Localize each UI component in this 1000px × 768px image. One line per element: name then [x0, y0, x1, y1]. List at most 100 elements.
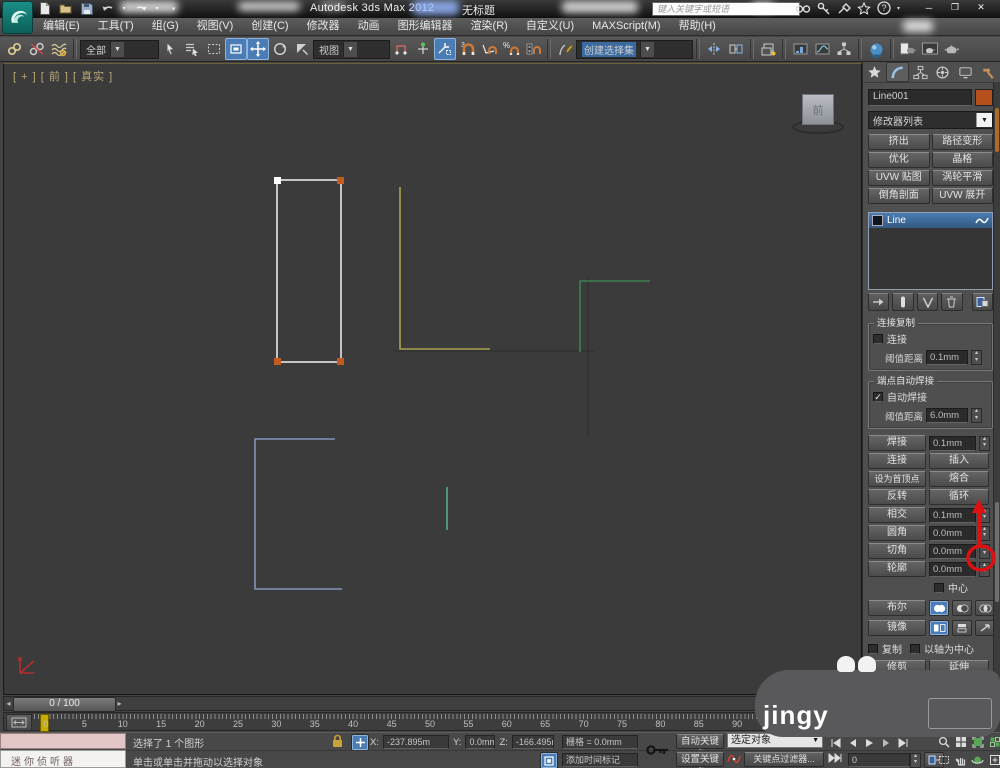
- menu-item[interactable]: 自定义(U): [517, 18, 583, 35]
- weld-threshold-field[interactable]: 6.0mm: [926, 408, 969, 423]
- qat-overflow-button[interactable]: ▾: [165, 1, 182, 16]
- fuse-button[interactable]: 熔合: [929, 471, 989, 487]
- modifier-button[interactable]: 优化: [868, 152, 930, 168]
- menu-item[interactable]: 工具(T): [89, 18, 143, 35]
- zoom-region-button[interactable]: [936, 752, 951, 767]
- selection-region-button[interactable]: [203, 38, 225, 60]
- keyboard-shortcut-override-button[interactable]: [554, 38, 576, 60]
- vertex-first-marker[interactable]: [274, 177, 281, 184]
- zoom-extents-all-button[interactable]: [987, 734, 1000, 749]
- outline-value-field[interactable]: 0.0mm: [929, 561, 976, 577]
- x-coordinate-field[interactable]: -237.895m: [382, 735, 449, 749]
- material-editor-button[interactable]: [865, 38, 887, 60]
- boolean-union-button[interactable]: [929, 600, 949, 616]
- previous-frame-button[interactable]: ◂: [4, 698, 13, 709]
- expand-icon[interactable]: [872, 215, 883, 226]
- panel-scrollbar-thumb[interactable]: [995, 108, 999, 152]
- menu-item[interactable]: 修改器: [298, 18, 349, 35]
- unlink-selection-button[interactable]: [26, 38, 48, 60]
- close-button[interactable]: ✕: [972, 1, 990, 14]
- modifier-button[interactable]: 挤出: [868, 134, 930, 150]
- chamfer-value-field[interactable]: 0.0mm: [929, 543, 976, 559]
- search-button[interactable]: [795, 2, 811, 14]
- key-filters-button[interactable]: 关键点过滤器...: [744, 752, 824, 767]
- app-button[interactable]: [2, 1, 33, 34]
- previous-key-button[interactable]: [845, 735, 860, 750]
- weld-value-field[interactable]: 0.1mm: [929, 435, 976, 451]
- spinner[interactable]: ▴ ▾: [979, 525, 990, 541]
- vertex-marker[interactable]: [274, 358, 281, 365]
- minimize-button[interactable]: ─: [920, 1, 938, 14]
- boolean-intersect-button[interactable]: [975, 600, 995, 616]
- menu-item[interactable]: 编辑(E): [34, 18, 89, 35]
- mirror-vertical-button[interactable]: [952, 620, 972, 636]
- render-setup-button[interactable]: [897, 38, 919, 60]
- layer-manager-button[interactable]: [757, 38, 779, 60]
- y-coordinate-field[interactable]: 0.0mm: [465, 735, 496, 749]
- mirror-both-button[interactable]: [975, 620, 995, 636]
- menu-item[interactable]: 视图(V): [188, 18, 243, 35]
- mirror-copy-checkbox[interactable]: [868, 643, 878, 654]
- align-button[interactable]: [725, 38, 747, 60]
- offset-mode-toggle-button[interactable]: [540, 752, 558, 768]
- mirror-button[interactable]: [703, 38, 725, 60]
- favorites-button[interactable]: [857, 1, 871, 15]
- pin-stack-button[interactable]: [868, 293, 890, 311]
- communication-center-button[interactable]: [817, 2, 831, 15]
- time-slider[interactable]: ◂ 0 / 100 ▸: [3, 696, 862, 712]
- spline-rectangle-selected[interactable]: [274, 177, 344, 365]
- menu-item[interactable]: 组(G): [143, 18, 188, 35]
- fillet-value-field[interactable]: 0.0mm: [929, 525, 976, 541]
- graphite-ribbon-button[interactable]: [789, 38, 811, 60]
- boolean-subtract-button[interactable]: [952, 600, 972, 616]
- tab-create[interactable]: [863, 62, 886, 82]
- maximize-viewport-toggle[interactable]: [987, 752, 1000, 767]
- next-frame-button[interactable]: ▸: [115, 698, 124, 709]
- select-and-scale-button[interactable]: [291, 38, 313, 60]
- frame-spinner[interactable]: ▴ ▾: [910, 752, 921, 768]
- select-and-move-button[interactable]: [247, 38, 269, 60]
- make-unique-button[interactable]: [916, 293, 939, 311]
- configure-modifier-sets-button[interactable]: [971, 293, 994, 311]
- about-pivot-checkbox[interactable]: [910, 643, 920, 654]
- outline-spinner[interactable]: ▴ ▾: [979, 561, 990, 577]
- current-frame-field[interactable]: 0: [848, 753, 910, 767]
- connect-threshold-field[interactable]: 0.1mm: [926, 350, 969, 365]
- snap-3d-button[interactable]: 3: [456, 38, 478, 60]
- search-input[interactable]: 键入关键字或短语: [652, 2, 800, 16]
- cross-insert-button[interactable]: 相交: [868, 507, 926, 523]
- weld-button[interactable]: 焊接: [868, 435, 926, 451]
- pan-view-button[interactable]: [953, 752, 968, 767]
- bind-to-space-warp-button[interactable]: [48, 38, 70, 60]
- spinner[interactable]: ▴ ▾: [979, 507, 990, 523]
- menu-item[interactable]: 创建(C): [242, 18, 297, 35]
- connect-button[interactable]: 连接: [868, 453, 926, 469]
- center-checkbox[interactable]: [934, 582, 944, 593]
- go-to-end-button[interactable]: [896, 735, 911, 750]
- open-mini-curve-editor-button[interactable]: [6, 714, 32, 731]
- set-key-button[interactable]: 设置关键点: [676, 752, 724, 768]
- cycle-button[interactable]: 循环: [929, 489, 989, 505]
- remove-modifier-button[interactable]: [941, 293, 963, 311]
- new-file-button[interactable]: [36, 1, 53, 16]
- snaps-toggle-button[interactable]: [434, 38, 456, 60]
- insert-button[interactable]: 插入: [929, 453, 989, 469]
- menu-item[interactable]: MAXScript(M): [583, 18, 669, 35]
- macro-recorder-line[interactable]: [0, 733, 126, 749]
- orbit-button[interactable]: [970, 752, 985, 767]
- rendered-frame-window-button[interactable]: [919, 38, 941, 60]
- object-color-swatch[interactable]: [975, 89, 993, 106]
- mirror-spline-button[interactable]: 镜像: [868, 620, 926, 636]
- panel-scrollbar-thumb[interactable]: [995, 502, 999, 602]
- selection-filter-dropdown[interactable]: 全部 ▼: [80, 39, 159, 59]
- play-button[interactable]: [862, 735, 877, 750]
- chamfer-button[interactable]: 切角: [868, 543, 926, 559]
- select-object-button[interactable]: [159, 38, 181, 60]
- go-to-start-button[interactable]: [828, 735, 843, 750]
- spinner[interactable]: ▴ ▾: [971, 408, 983, 423]
- menu-item[interactable]: 渲染(R): [462, 18, 517, 35]
- stack-item-line[interactable]: Line: [869, 213, 992, 228]
- connect-checkbox[interactable]: [873, 333, 883, 344]
- new-key-filter-icon-button[interactable]: [727, 752, 741, 765]
- time-slider-handle[interactable]: 0 / 100: [13, 697, 116, 712]
